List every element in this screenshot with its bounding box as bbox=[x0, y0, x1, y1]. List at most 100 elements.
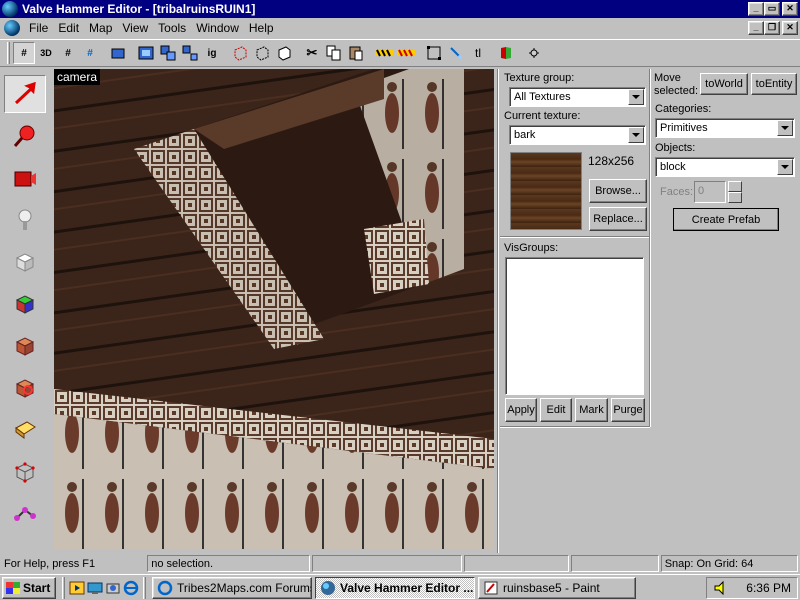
ignore-groups-button[interactable]: ig bbox=[201, 42, 223, 64]
faces-spinner[interactable] bbox=[728, 181, 742, 203]
create-prefab-button[interactable]: Create Prefab bbox=[673, 208, 779, 231]
current-texture-select[interactable]: bark bbox=[509, 125, 646, 145]
path-nodes-icon bbox=[14, 507, 36, 521]
visgroups-label: VisGroups: bbox=[504, 242, 559, 254]
taskbar-grip bbox=[143, 576, 146, 599]
texture-application-button[interactable] bbox=[423, 42, 445, 64]
quicklaunch-media-icon[interactable] bbox=[68, 579, 86, 597]
visgroup-apply-button[interactable]: Apply bbox=[505, 398, 537, 422]
texture-tool[interactable] bbox=[4, 285, 46, 323]
vertex-tool[interactable] bbox=[4, 453, 46, 491]
document-globe-icon[interactable] bbox=[4, 20, 20, 36]
menu-edit[interactable]: Edit bbox=[53, 21, 84, 35]
clipper-icon bbox=[15, 421, 36, 439]
decal-tool[interactable] bbox=[4, 369, 46, 407]
camera-viewport[interactable]: camera bbox=[54, 69, 494, 549]
texture-group-select[interactable]: All Textures bbox=[509, 87, 646, 107]
visgroup-edit-button[interactable]: Edit bbox=[540, 398, 572, 422]
spin-down-icon[interactable] bbox=[728, 192, 742, 203]
replace-button[interactable]: Replace... bbox=[589, 207, 647, 231]
run-map-button[interactable] bbox=[495, 42, 517, 64]
paste-button[interactable] bbox=[345, 42, 367, 64]
paint-icon bbox=[484, 581, 498, 594]
visgroup-mark-button[interactable]: Mark bbox=[575, 398, 608, 422]
group-button[interactable] bbox=[157, 42, 179, 64]
task-label: Tribes2Maps.com Forums -... bbox=[177, 580, 312, 595]
ignore-groups-icon: ig bbox=[207, 47, 217, 59]
entity-report-button[interactable] bbox=[523, 42, 545, 64]
app-globe-icon bbox=[2, 1, 18, 17]
tool-palette bbox=[0, 69, 50, 552]
quicklaunch-channels-icon[interactable] bbox=[104, 579, 122, 597]
quicklaunch-desktop-icon[interactable] bbox=[86, 579, 104, 597]
3d-grid-button[interactable]: 3D bbox=[35, 42, 57, 64]
chevron-down-icon[interactable] bbox=[777, 120, 793, 136]
panel-splitter bbox=[649, 69, 651, 427]
hide-selected-button[interactable] bbox=[229, 42, 251, 64]
hide-unselected-button[interactable] bbox=[251, 42, 273, 64]
main-toolbar: # 3D # # ig ✂ tl bbox=[0, 39, 800, 67]
hammer-globe-icon bbox=[321, 580, 335, 595]
task-paint[interactable]: ruinsbase5 - Paint bbox=[478, 576, 636, 599]
close-button[interactable]: ✕ bbox=[782, 2, 798, 16]
visgroups-list[interactable] bbox=[505, 257, 644, 395]
task-hammer[interactable]: Valve Hammer Editor ... bbox=[315, 576, 475, 599]
toolbar-grip[interactable] bbox=[7, 42, 10, 64]
load-window-state-button[interactable] bbox=[107, 42, 129, 64]
spin-up-icon[interactable] bbox=[728, 181, 742, 192]
faces-input[interactable]: 0 bbox=[694, 181, 726, 203]
block-tool[interactable] bbox=[4, 243, 46, 281]
task-forums[interactable]: Tribes2Maps.com Forums -... bbox=[152, 576, 312, 599]
quicklaunch-ie-icon[interactable] bbox=[122, 579, 140, 597]
texture-application-icon bbox=[427, 46, 441, 60]
doc-minimize-button[interactable]: _ bbox=[748, 21, 764, 35]
texture-lock-button[interactable] bbox=[373, 42, 395, 64]
ungroup-button[interactable] bbox=[179, 42, 201, 64]
camera-tool[interactable] bbox=[4, 159, 46, 197]
vertex-wireframe-icon bbox=[15, 462, 35, 483]
entity-tool[interactable] bbox=[4, 201, 46, 239]
current-texture-label: Current texture: bbox=[504, 110, 581, 122]
to-entity-button[interactable]: toEntity bbox=[751, 73, 797, 95]
splitter[interactable] bbox=[497, 69, 499, 553]
menu-tools[interactable]: Tools bbox=[153, 21, 191, 35]
menu-view[interactable]: View bbox=[117, 21, 153, 35]
visgroup-purge-button[interactable]: Purge bbox=[611, 398, 645, 422]
window-state-icon bbox=[111, 48, 125, 59]
selection-tool[interactable] bbox=[4, 75, 46, 113]
objects-select[interactable]: block bbox=[655, 157, 795, 177]
to-world-button[interactable]: toWorld bbox=[700, 73, 748, 95]
doc-restore-button[interactable]: ❐ bbox=[764, 21, 780, 35]
apply-texture-tool[interactable] bbox=[4, 327, 46, 365]
taskbar-grip bbox=[62, 576, 65, 599]
copy-button[interactable] bbox=[323, 42, 345, 64]
clipping-tool[interactable] bbox=[4, 411, 46, 449]
path-tool[interactable] bbox=[4, 495, 46, 533]
speaker-icon[interactable] bbox=[713, 580, 729, 596]
maximize-button[interactable]: ▭ bbox=[764, 2, 780, 16]
start-button[interactable]: Start bbox=[2, 576, 56, 599]
browse-button[interactable]: Browse... bbox=[589, 179, 647, 203]
menu-file[interactable]: File bbox=[24, 21, 53, 35]
carve-button[interactable] bbox=[135, 42, 157, 64]
show-all-button[interactable] bbox=[273, 42, 295, 64]
texture-scaling-button[interactable] bbox=[395, 42, 417, 64]
chevron-down-icon[interactable] bbox=[628, 89, 644, 105]
decals-button[interactable] bbox=[445, 42, 467, 64]
chevron-down-icon[interactable] bbox=[628, 127, 644, 143]
categories-select[interactable]: Primitives bbox=[655, 118, 795, 138]
doc-close-button[interactable]: ✕ bbox=[782, 21, 798, 35]
larger-grid-button[interactable]: # bbox=[79, 42, 101, 64]
hide-unselected-icon bbox=[256, 46, 269, 61]
menu-help[interactable]: Help bbox=[244, 21, 279, 35]
menu-window[interactable]: Window bbox=[191, 21, 244, 35]
clock[interactable]: 6:36 PM bbox=[746, 581, 791, 595]
magnify-tool[interactable] bbox=[4, 117, 46, 155]
smaller-grid-button[interactable]: # bbox=[57, 42, 79, 64]
chevron-down-icon[interactable] bbox=[777, 159, 793, 175]
menu-map[interactable]: Map bbox=[84, 21, 117, 35]
grid-toggle-button[interactable]: # bbox=[13, 42, 35, 64]
cut-button[interactable]: ✂ bbox=[301, 42, 323, 64]
minimize-button[interactable]: _ bbox=[748, 2, 764, 16]
transform-button[interactable]: tl bbox=[467, 42, 489, 64]
